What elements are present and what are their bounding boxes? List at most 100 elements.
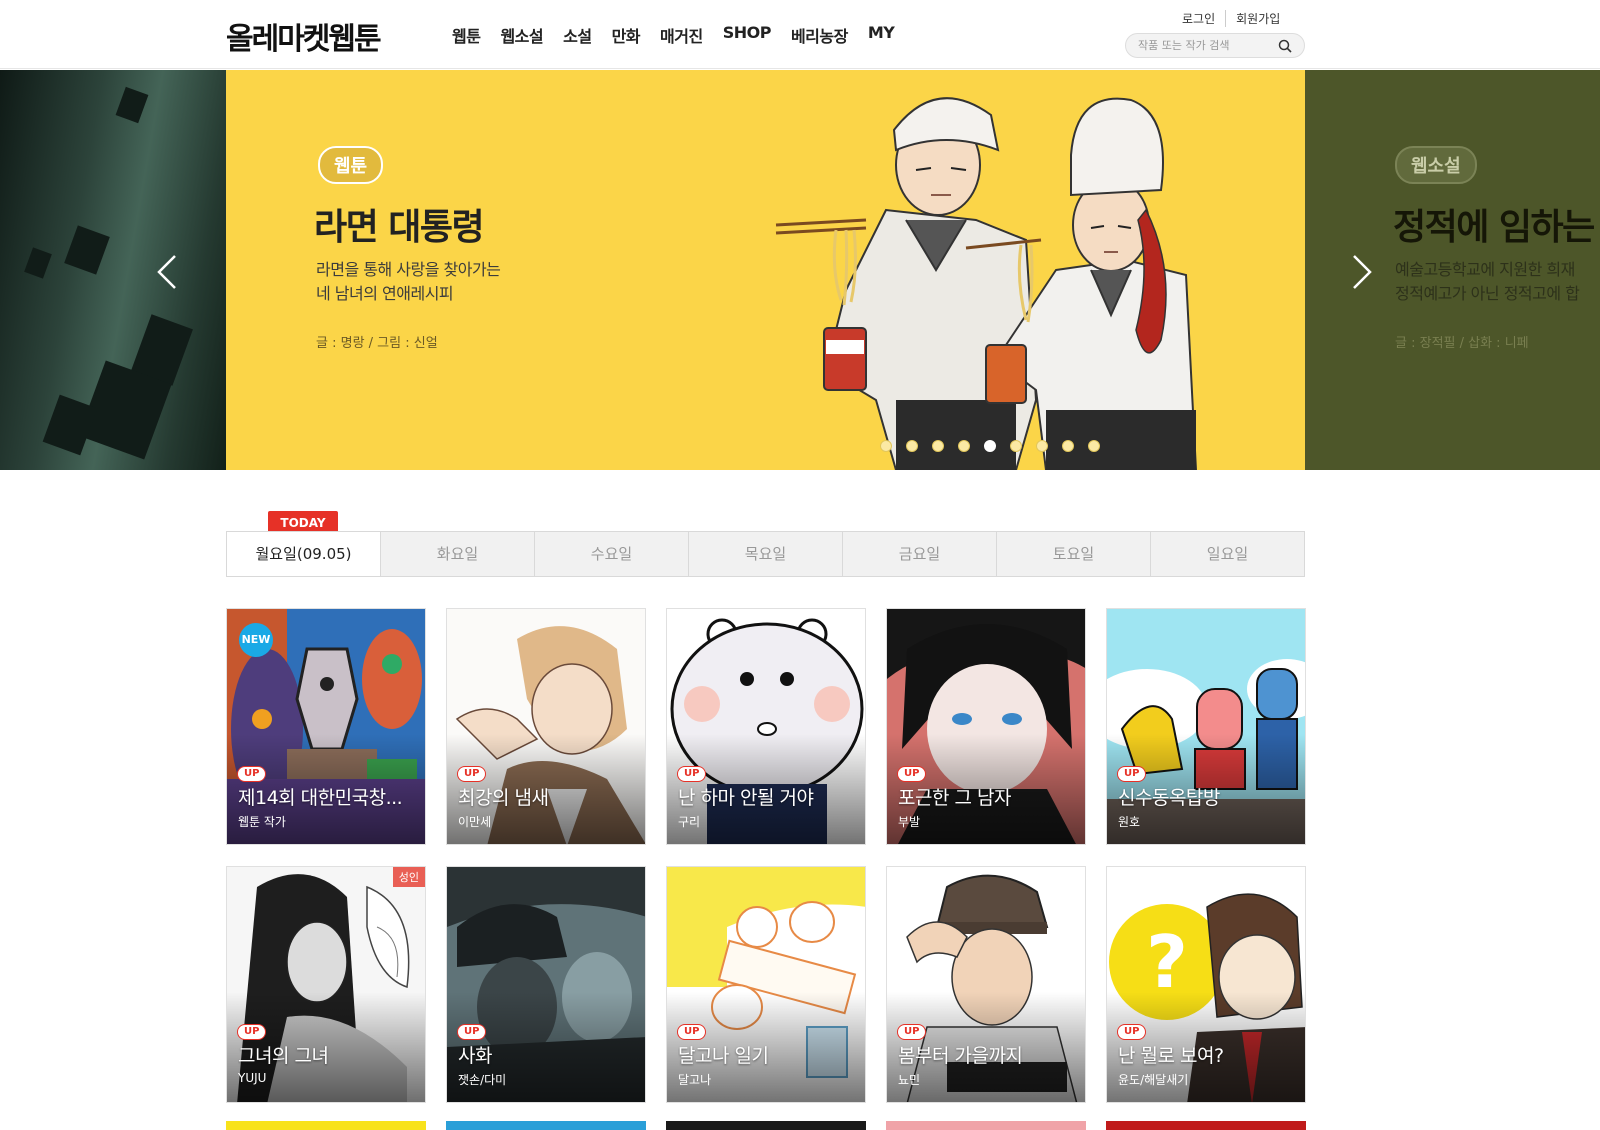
webtoon-card[interactable]: 성인 UP 그녀의 그녀 YUJU — [226, 866, 426, 1103]
slide-desc-line: 예술고등학교에 지원한 희재 — [1395, 260, 1575, 279]
card-author: 구리 — [678, 815, 701, 829]
up-badge: UP — [677, 1024, 707, 1040]
nav-berry-farm[interactable]: 베리농장 — [791, 23, 848, 47]
webtoon-card[interactable]: NEW UP 제14회 대한민국창... 웹툰 작가 — [226, 608, 426, 845]
slide-desc-line: 라면을 통해 사랑을 찾아가는 — [316, 260, 501, 279]
webtoon-card[interactable]: UP 봄부터 가을까지 뇨민 — [886, 866, 1086, 1103]
up-badge: UP — [237, 1024, 267, 1040]
slide-dot[interactable] — [1088, 440, 1100, 452]
card-title: 신수동옥탑방 — [1118, 787, 1220, 809]
webtoon-card-peek[interactable] — [1106, 1121, 1306, 1130]
webtoon-card[interactable]: UP 포근한 그 남자 부발 — [886, 608, 1086, 845]
webtoon-card-peek[interactable] — [666, 1121, 866, 1130]
webtoon-card[interactable]: ? UP 난 뭘로 보여? 윤도/해달새기 — [1106, 866, 1306, 1103]
main-nav: 웹툰 웹소설 소설 만화 매거진 SHOP 베리농장 MY — [452, 23, 914, 47]
card-author: 이만세 — [458, 815, 492, 829]
tab-thursday[interactable]: 목요일 — [688, 532, 842, 576]
up-badge: UP — [1117, 1024, 1147, 1040]
tab-sunday[interactable]: 일요일 — [1150, 532, 1304, 576]
slide-dot[interactable] — [880, 440, 892, 452]
up-badge: UP — [457, 1024, 487, 1040]
slide-description: 라면을 통해 사랑을 찾아가는 네 남녀의 연애레시피 — [316, 258, 501, 306]
next-slide-credit: 글 : 장적필 / 삽화 : 니페 — [1395, 336, 1529, 351]
top-header: 올레마켓웹툰 웹툰 웹소설 소설 만화 매거진 SHOP 베리농장 MY 로그인… — [0, 0, 1600, 69]
tab-friday[interactable]: 금요일 — [842, 532, 996, 576]
up-badge: UP — [457, 766, 487, 782]
card-title: 달고나 일기 — [678, 1045, 769, 1067]
webtoon-card[interactable]: UP 최강의 냄새 이만세 — [446, 608, 646, 845]
slide-dot-active[interactable] — [984, 440, 996, 452]
card-author: 뇨민 — [898, 1073, 921, 1087]
card-author: 부발 — [898, 815, 921, 829]
current-slide[interactable]: 웹툰 라면 대통령 라면을 통해 사랑을 찾아가는 네 남녀의 연애레시피 글 … — [226, 70, 1305, 470]
card-title: 난 뭘로 보여? — [1118, 1045, 1224, 1067]
slide-dot[interactable] — [932, 440, 944, 452]
nav-webtoon[interactable]: 웹툰 — [452, 23, 481, 47]
tab-monday[interactable]: 월요일(09.05) — [227, 532, 380, 576]
slide-title: 라면 대통령 — [314, 207, 485, 248]
webtoon-card-peek[interactable] — [446, 1121, 646, 1130]
card-author: 윤도/해달새기 — [1118, 1073, 1189, 1087]
search-input[interactable] — [1138, 37, 1268, 54]
nav-my[interactable]: MY — [868, 23, 895, 47]
webtoon-card[interactable]: UP 난 하마 안될 거야 구리 — [666, 608, 866, 845]
up-badge: UP — [677, 766, 707, 782]
adult-badge: 성인 — [392, 867, 425, 887]
nav-magazine[interactable]: 매거진 — [660, 23, 703, 47]
nav-comics[interactable]: 만화 — [612, 23, 641, 47]
next-slide-badge: 웹소설 — [1395, 146, 1477, 184]
slide-desc-line: 네 남녀의 연애레시피 — [316, 284, 454, 303]
next-slide-title: 정적에 임하는 — [1393, 207, 1595, 248]
next-slide-button[interactable] — [1348, 252, 1376, 292]
card-title: 사화 — [458, 1045, 492, 1067]
tab-tuesday[interactable]: 화요일 — [380, 532, 534, 576]
site-logo[interactable]: 올레마켓웹툰 — [226, 14, 382, 58]
card-title: 최강의 냄새 — [458, 787, 549, 809]
weekday-tabs: 월요일(09.05) 화요일 수요일 목요일 금요일 토요일 일요일 — [226, 531, 1305, 577]
card-title: 포근한 그 남자 — [898, 787, 1011, 809]
search-box — [1125, 33, 1305, 58]
main-banner: 웹툰 라면 대통령 라면을 통해 사랑을 찾아가는 네 남녀의 연애레시피 글 … — [0, 70, 1600, 470]
slide-category-badge: 웹툰 — [318, 146, 384, 184]
new-badge: NEW — [239, 623, 273, 657]
login-link[interactable]: 로그인 — [1172, 10, 1225, 27]
slide-dot[interactable] — [1036, 440, 1048, 452]
tab-wednesday[interactable]: 수요일 — [534, 532, 688, 576]
nav-shop[interactable]: SHOP — [723, 23, 772, 47]
nav-novel[interactable]: 소설 — [563, 23, 592, 47]
card-author: 잿손/다미 — [458, 1073, 507, 1087]
up-badge: UP — [1117, 766, 1147, 782]
card-author: YUJU — [238, 1071, 267, 1085]
nav-webnovel[interactable]: 웹소설 — [500, 23, 543, 47]
search-icon[interactable] — [1278, 39, 1292, 53]
up-badge: UP — [897, 766, 927, 782]
tab-saturday[interactable]: 토요일 — [996, 532, 1150, 576]
card-title: 난 하마 안될 거야 — [678, 787, 814, 809]
chevron-left-icon — [157, 255, 176, 289]
rock-shape — [115, 86, 149, 124]
webtoon-card[interactable]: UP 신수동옥탑방 원호 — [1106, 608, 1306, 845]
rock-shape — [64, 225, 110, 275]
prev-slide-button[interactable] — [153, 252, 181, 292]
slide-credit: 글 : 명랑 / 그림 : 신얼 — [316, 336, 438, 351]
slide-pagination — [880, 440, 1114, 452]
signup-link[interactable]: 회원가입 — [1225, 10, 1290, 27]
chevron-right-icon — [1353, 255, 1372, 289]
account-links: 로그인 회원가입 — [1172, 10, 1290, 27]
webtoon-card-peek[interactable] — [886, 1121, 1086, 1130]
up-badge: UP — [237, 766, 267, 782]
slide-dot[interactable] — [906, 440, 918, 452]
next-slide-description: 예술고등학교에 지원한 희재 정적예고가 아닌 정적고에 합 — [1395, 258, 1580, 306]
webtoon-card[interactable]: UP 사화 잿손/다미 — [446, 866, 646, 1103]
slide-dot[interactable] — [958, 440, 970, 452]
slide-desc-line: 정적예고가 아닌 정적고에 합 — [1395, 284, 1580, 303]
card-title: 봄부터 가을까지 — [898, 1045, 1023, 1067]
card-author: 달고나 — [678, 1073, 712, 1087]
slide-dot[interactable] — [1010, 440, 1022, 452]
rock-shape — [24, 247, 52, 279]
slide-dot[interactable] — [1062, 440, 1074, 452]
card-title: 그녀의 그녀 — [238, 1045, 329, 1067]
prev-slide-preview[interactable] — [0, 70, 226, 470]
webtoon-card[interactable]: UP 달고나 일기 달고나 — [666, 866, 866, 1103]
webtoon-card-peek[interactable] — [226, 1121, 426, 1130]
